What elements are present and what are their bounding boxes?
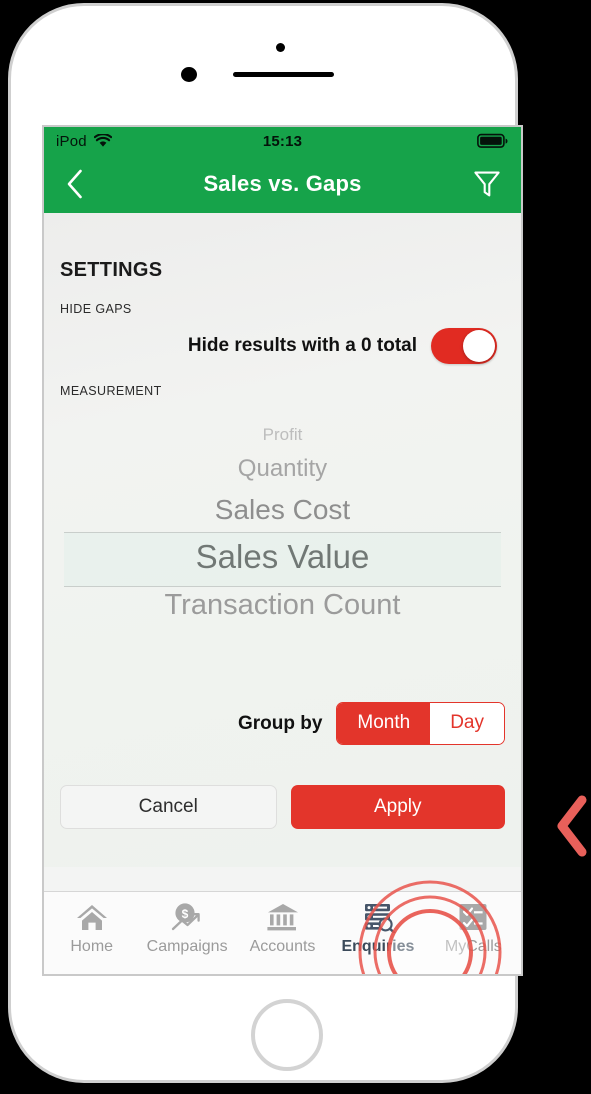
hide-gaps-label: Hide results with a 0 total — [187, 335, 417, 356]
page-title: Sales vs. Gaps — [203, 171, 362, 196]
group-by-option-day[interactable]: Day — [430, 703, 504, 744]
settings-panel: SETTINGS HIDE GAPS Hide results with a 0… — [44, 213, 521, 867]
measurement-group-label: MEASUREMENT — [60, 384, 162, 398]
earpiece-speaker — [233, 72, 334, 77]
tab-item-accounts[interactable]: Accounts — [235, 901, 330, 956]
back-button[interactable] — [58, 165, 91, 203]
annotation-chevron-left-icon — [556, 795, 588, 857]
toggle-knob — [463, 330, 495, 362]
status-bar: iPod 15:13 — [44, 127, 521, 155]
funnel-filter-icon — [474, 171, 500, 197]
carrier-label: iPod — [56, 132, 87, 150]
picker-option-quantity[interactable]: Quantity — [60, 443, 505, 481]
tab-label-mycalls: MyCalls — [444, 938, 502, 955]
home-button[interactable] — [251, 999, 323, 1071]
filter-button[interactable] — [467, 165, 507, 203]
action-buttons: Cancel Apply — [60, 785, 505, 829]
tab-label-accounts: Accounts — [249, 938, 316, 955]
group-by-option-month[interactable]: Month — [337, 703, 431, 744]
tab-item-campaigns[interactable]: $ Campaigns — [139, 901, 234, 956]
group-by-label: Group by — [237, 712, 323, 734]
tab-item-enquiries[interactable]: Enquiries — [330, 901, 425, 956]
hide-gaps-group-label: HIDE GAPS — [60, 302, 132, 316]
wifi-icon — [93, 134, 112, 148]
front-camera-icon — [181, 67, 197, 82]
campaigns-dollar-trend-icon: $ — [171, 903, 200, 931]
svg-text:$: $ — [182, 907, 189, 921]
bank-columns-icon — [266, 904, 298, 931]
apply-button[interactable]: Apply — [290, 785, 505, 829]
cancel-button[interactable]: Cancel — [60, 785, 277, 829]
settings-heading: SETTINGS — [60, 259, 163, 281]
picker-divider-top — [64, 532, 501, 533]
picker-option-sales-cost[interactable]: Sales Cost — [60, 481, 505, 524]
picker-option-profit[interactable]: Profit — [60, 412, 505, 443]
phone-screen: iPod 15:13 Sales vs. Gaps SETTINGS HIDE … — [42, 125, 523, 976]
home-icon — [76, 905, 107, 930]
checklist-icon — [459, 904, 487, 930]
status-bar-clock: 15:13 — [262, 132, 303, 150]
tab-item-home[interactable]: Home — [44, 901, 139, 956]
server-search-icon — [364, 904, 396, 933]
group-by-segmented-control[interactable]: Month Day — [336, 702, 505, 745]
picker-divider-bottom — [64, 586, 501, 587]
tab-bar: Home $ Campaigns Accounts Enquiries MyCa… — [44, 891, 521, 974]
measurement-picker[interactable]: Profit Quantity Sales Cost Sales Value T… — [60, 412, 505, 656]
picker-option-transaction-count[interactable]: Transaction Count — [60, 573, 505, 620]
phone-frame: iPod 15:13 Sales vs. Gaps SETTINGS HIDE … — [8, 3, 523, 1083]
hide-gaps-toggle[interactable] — [431, 328, 497, 364]
tab-item-mycalls[interactable]: MyCalls — [426, 901, 521, 956]
hide-gaps-row: Hide results with a 0 total — [60, 328, 505, 364]
tab-label-enquiries: Enquiries — [341, 938, 415, 955]
group-by-row: Group by Month Day — [238, 702, 505, 745]
proximity-sensor-icon — [276, 43, 285, 52]
nav-bar: Sales vs. Gaps — [44, 155, 521, 213]
tab-label-home: Home — [70, 938, 114, 955]
tab-label-campaigns: Campaigns — [146, 938, 228, 955]
battery-full-icon — [477, 133, 509, 149]
